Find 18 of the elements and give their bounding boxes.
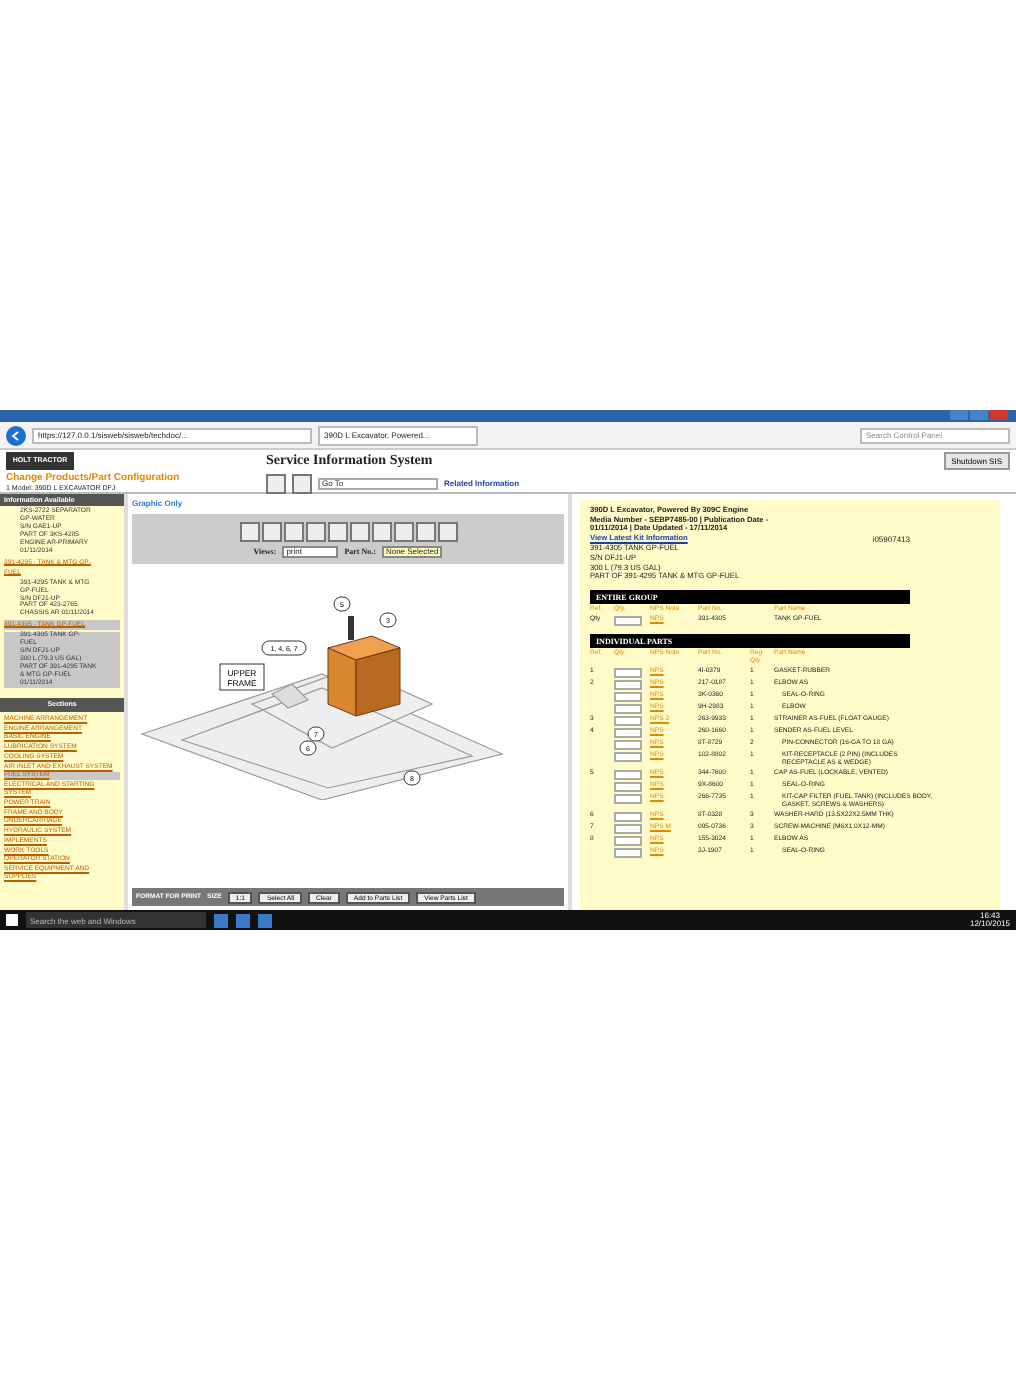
quantity-field[interactable] <box>614 835 642 846</box>
quantity-field[interactable] <box>614 692 642 702</box>
quantity-field[interactable] <box>614 769 642 780</box>
quantity-field[interactable] <box>614 752 642 762</box>
quantity-field[interactable] <box>614 680 642 690</box>
quantity-field[interactable] <box>614 793 642 804</box>
quantity-field[interactable] <box>614 740 642 750</box>
quantity-field[interactable] <box>614 781 642 792</box>
quantity-field[interactable] <box>614 616 642 627</box>
quantity-field[interactable] <box>614 728 642 738</box>
quantity-field[interactable] <box>614 823 642 834</box>
quantity-field[interactable] <box>614 847 642 858</box>
fuel-tank-drawing <box>327 616 401 717</box>
quantity-field[interactable] <box>614 704 642 714</box>
quantity-field[interactable] <box>614 668 642 678</box>
quantity-field[interactable] <box>614 716 642 726</box>
back-button[interactable] <box>6 425 26 445</box>
quantity-field[interactable] <box>614 811 642 822</box>
